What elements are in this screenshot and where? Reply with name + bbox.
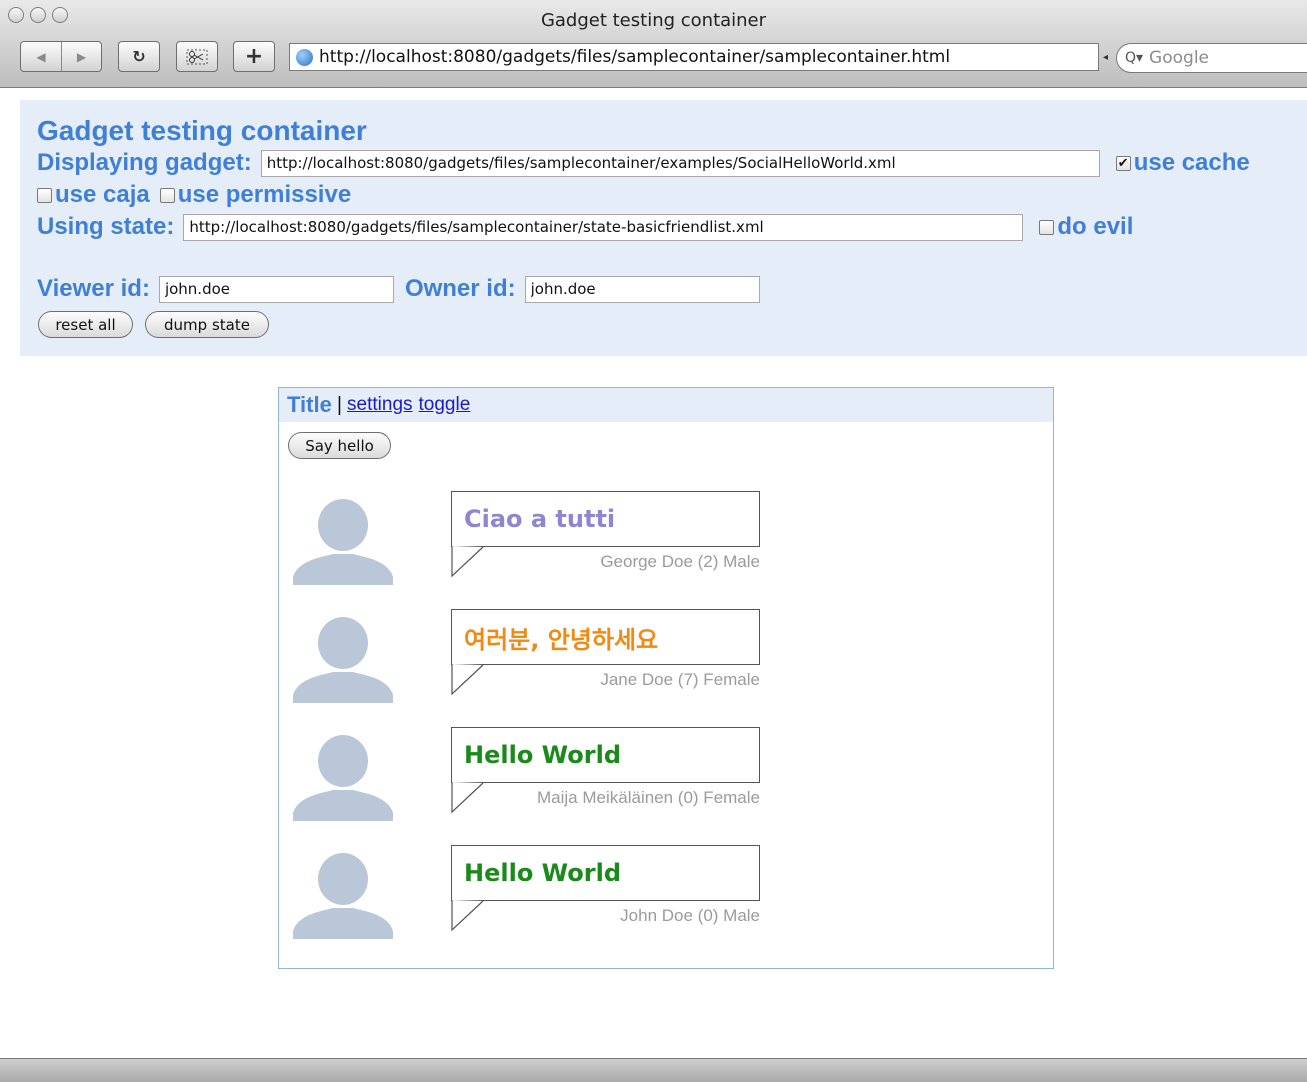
container-controls: Gadget testing container Displaying gadg… — [20, 100, 1307, 356]
friend-meta: Jane Doe (7) Female — [600, 670, 760, 689]
speech-tail-icon — [451, 546, 484, 578]
globe-icon — [296, 48, 313, 66]
window-title: Gadget testing container — [540, 10, 767, 31]
greeting-bubble: 여러분, 안녕하세요 — [451, 609, 760, 665]
gadget-header: Title | settings toggle — [279, 388, 1053, 422]
back-button[interactable]: ◀ — [21, 42, 61, 71]
url-text: http://localhost:8080/gadgets/files/samp… — [319, 47, 951, 67]
add-bookmark-button[interactable]: + — [233, 41, 275, 72]
gadget-url-input[interactable] — [260, 149, 1100, 177]
browser-toolbar: Gadget testing container ◀ ▶ ↻ + http://… — [0, 0, 1307, 88]
viewer-id-input[interactable] — [158, 275, 394, 303]
search-input[interactable] — [1149, 48, 1290, 68]
reload-icon: ↻ — [132, 47, 146, 66]
address-dropdown-icon[interactable]: ◂ — [1103, 52, 1108, 63]
person-avatar-icon — [293, 617, 393, 703]
do-evil-label: do evil — [1057, 213, 1134, 240]
friend-item: Hello World Maija Meikäläinen (0) Female — [293, 727, 763, 827]
address-bar[interactable]: http://localhost:8080/gadgets/files/samp… — [289, 43, 1099, 71]
status-bar — [0, 1058, 1307, 1082]
search-field[interactable]: Q▾ — [1116, 43, 1307, 73]
state-url-input[interactable] — [183, 213, 1024, 241]
gadget-title: Title — [287, 392, 332, 417]
say-hello-button[interactable]: Say hello — [288, 432, 391, 459]
displaying-gadget-label: Displaying gadget: — [37, 149, 252, 176]
friend-item: Hello World John Doe (0) Male — [293, 845, 763, 945]
person-avatar-icon — [293, 499, 393, 585]
title-separator: | — [336, 393, 343, 416]
speech-tail-icon — [451, 782, 484, 814]
use-cache-checkbox[interactable]: ✔ — [1115, 155, 1131, 171]
person-avatar-icon — [293, 735, 393, 821]
page-title: Gadget testing container — [37, 115, 367, 146]
use-caja-checkbox[interactable] — [37, 187, 52, 203]
using-state-label: Using state: — [37, 213, 175, 240]
using-state-row: Using state: do evil — [37, 213, 1133, 241]
friend-meta: Maija Meikäläinen (0) Female — [537, 788, 760, 807]
speech-tail-icon — [451, 664, 484, 696]
forward-arrow-icon: ▶ — [76, 49, 87, 64]
back-forward-buttons: ◀ ▶ — [20, 41, 102, 72]
snippet-button[interactable] — [176, 41, 218, 72]
friend-item: Ciao a tutti George Doe (2) Male — [293, 491, 763, 591]
viewer-id-label: Viewer id: — [37, 275, 150, 302]
person-avatar-icon — [293, 853, 393, 939]
do-evil-checkbox[interactable] — [1039, 219, 1055, 235]
ids-row: Viewer id: Owner id: — [37, 275, 760, 303]
friend-meta: George Doe (2) Male — [600, 552, 760, 571]
plus-icon: + — [244, 44, 264, 69]
owner-id-label: Owner id: — [404, 275, 516, 302]
options-row: use caja use permissive — [37, 181, 351, 209]
reset-all-button[interactable]: reset all — [38, 311, 133, 338]
reload-button[interactable]: ↻ — [118, 41, 160, 72]
toggle-link[interactable]: toggle — [419, 394, 471, 416]
back-arrow-icon: ◀ — [36, 49, 46, 64]
forward-button[interactable]: ▶ — [61, 42, 101, 71]
use-permissive-checkbox[interactable] — [159, 187, 175, 203]
friend-meta: John Doe (0) Male — [620, 906, 760, 925]
scissors-icon — [186, 49, 208, 64]
search-icon: Q▾ — [1125, 50, 1144, 66]
speech-tail-icon — [451, 900, 484, 932]
gadget-frame: Title | settings toggle Say hello Ciao a… — [278, 387, 1054, 969]
greeting-bubble: Ciao a tutti — [451, 491, 760, 547]
settings-link[interactable]: settings — [347, 394, 412, 416]
displaying-gadget-row: Displaying gadget: ✔ use cache — [37, 149, 1250, 177]
use-caja-label: use caja — [55, 181, 150, 208]
owner-id-input[interactable] — [524, 275, 760, 303]
dump-state-button[interactable]: dump state — [145, 311, 269, 338]
friend-item: 여러분, 안녕하세요 Jane Doe (7) Female — [293, 609, 763, 709]
use-permissive-label: use permissive — [177, 181, 352, 208]
greeting-bubble: Hello World — [451, 845, 760, 901]
greeting-bubble: Hello World — [451, 727, 760, 783]
use-cache-label: use cache — [1133, 149, 1250, 176]
